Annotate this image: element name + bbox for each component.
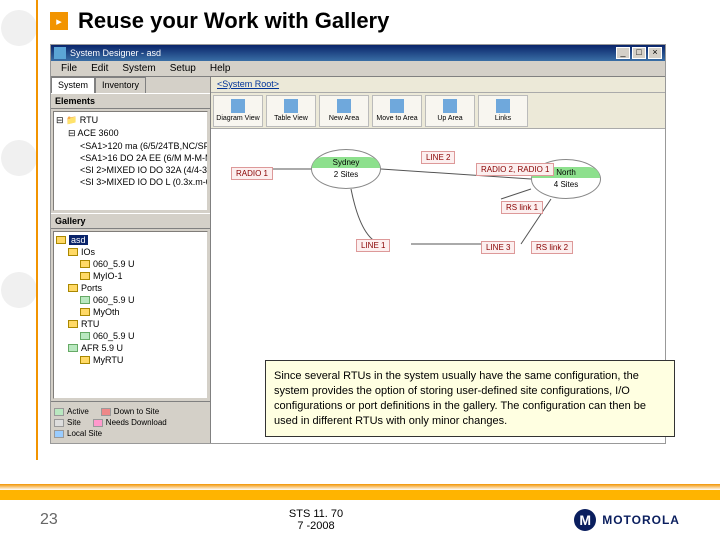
legend: Active Down to Site Site Needs Download Loca… bbox=[51, 401, 210, 443]
gallery-tree[interactable]: asdIOs060_5.9 UMyIO-1Ports060_5.9 UMyOth… bbox=[53, 231, 208, 399]
diagram-label: RS link 1 bbox=[501, 201, 543, 214]
toolbar-links[interactable]: Links bbox=[478, 95, 528, 127]
legend-item: Active bbox=[54, 407, 89, 416]
menu-bar: File Edit System Setup Help bbox=[51, 61, 665, 77]
diagram-label: RADIO 1 bbox=[231, 167, 273, 180]
folder-icon bbox=[80, 296, 90, 304]
gallery-header: Gallery bbox=[51, 213, 210, 229]
gallery-item[interactable]: MyOth bbox=[56, 306, 205, 318]
folder-icon bbox=[80, 308, 90, 316]
gallery-item[interactable]: 060_5.9 U bbox=[56, 294, 205, 306]
folder-icon bbox=[80, 260, 90, 268]
tree-node: ⊟ ACE 3600 bbox=[56, 127, 205, 140]
gallery-item[interactable]: MyIO-1 bbox=[56, 270, 205, 282]
tab-system[interactable]: System bbox=[51, 77, 95, 93]
legend-swatch bbox=[93, 419, 103, 427]
toolbar-table-view[interactable]: Table View bbox=[266, 95, 316, 127]
slide-title: Reuse your Work with Gallery bbox=[78, 8, 389, 34]
tab-inventory[interactable]: Inventory bbox=[95, 77, 146, 93]
tree-node[interactable]: <SA1>120 ma (6/5/24TB,NC/SF) bbox=[56, 140, 205, 152]
legend-item: Needs Download bbox=[93, 418, 167, 427]
footer-code: STS 11. 70 bbox=[289, 508, 343, 520]
diagram-label: RADIO 2, RADIO 1 bbox=[476, 163, 554, 176]
elements-tree[interactable]: ⊟ 📁 RTU ⊟ ACE 3600 <SA1>120 ma (6/5/24TB… bbox=[53, 111, 208, 211]
folder-icon bbox=[80, 272, 90, 280]
folder-icon bbox=[68, 284, 78, 292]
minimize-button[interactable]: _ bbox=[616, 47, 630, 59]
footer-date: 7 -2008 bbox=[289, 520, 343, 532]
maximize-button[interactable]: □ bbox=[632, 47, 646, 59]
gallery-item[interactable]: asd bbox=[56, 234, 205, 246]
diagram-node[interactable]: Sydney2 Sites bbox=[311, 149, 381, 189]
tree-node[interactable]: <SI 3>MIXED IO DO L (0.3x.m-0) bbox=[56, 176, 205, 188]
menu-system[interactable]: System bbox=[116, 62, 161, 75]
view-toolbar: Diagram ViewTable ViewNew AreaMove to Ar… bbox=[211, 93, 665, 129]
menu-setup[interactable]: Setup bbox=[164, 62, 202, 75]
folder-icon bbox=[68, 320, 78, 328]
left-pane: System Inventory Elements ⊟ 📁 RTU ⊟ ACE … bbox=[51, 77, 211, 443]
elements-header: Elements bbox=[51, 93, 210, 109]
toolbar-icon bbox=[390, 99, 404, 113]
menu-file[interactable]: File bbox=[55, 62, 83, 75]
legend-swatch bbox=[54, 408, 64, 416]
gallery-item[interactable]: AFR 5.9 U bbox=[56, 342, 205, 354]
folder-icon bbox=[80, 332, 90, 340]
slide-footer: 23 STS 11. 70 7 -2008 M MOTOROLA bbox=[0, 484, 720, 540]
explanation-callout: Since several RTUs in the system usually… bbox=[265, 360, 675, 437]
menu-help[interactable]: Help bbox=[204, 62, 237, 75]
toolbar-icon bbox=[284, 99, 298, 113]
folder-icon bbox=[56, 236, 66, 244]
brand-text: MOTOROLA bbox=[602, 513, 680, 527]
toolbar-new-area[interactable]: New Area bbox=[319, 95, 369, 127]
window-titlebar: System Designer - asd _ □ × bbox=[51, 45, 665, 61]
window-title: System Designer - asd bbox=[70, 48, 161, 58]
diagram-label: LINE 2 bbox=[421, 151, 455, 164]
motorola-icon: M bbox=[574, 509, 596, 531]
gallery-item[interactable]: MyRTU bbox=[56, 354, 205, 366]
slide-bullet-icon: ▸ bbox=[50, 12, 68, 30]
toolbar-move-to-area[interactable]: Move to Area bbox=[372, 95, 422, 127]
folder-icon bbox=[80, 356, 90, 364]
legend-swatch bbox=[101, 408, 111, 416]
app-icon bbox=[54, 47, 66, 59]
toolbar-icon bbox=[231, 99, 245, 113]
toolbar-icon bbox=[496, 99, 510, 113]
legend-swatch bbox=[54, 419, 64, 427]
gallery-item[interactable]: 060_5.9 U bbox=[56, 330, 205, 342]
tree-node[interactable]: <SA1>16 DO 2A EE (6/M M-M-M-1) bbox=[56, 152, 205, 164]
tree-node[interactable]: <SI 2>MIXED IO DO 32A (4/4-3.0V) bbox=[56, 164, 205, 176]
gallery-item[interactable]: Ports bbox=[56, 282, 205, 294]
legend-item: Down to Site bbox=[101, 407, 159, 416]
legend-swatch bbox=[54, 430, 64, 438]
legend-item: Site bbox=[54, 418, 81, 427]
menu-edit[interactable]: Edit bbox=[85, 62, 114, 75]
toolbar-icon bbox=[443, 99, 457, 113]
folder-icon bbox=[68, 344, 78, 352]
brand-logo: M MOTOROLA bbox=[574, 509, 680, 531]
tree-node: ⊟ 📁 RTU bbox=[56, 114, 205, 127]
diagram-label: RS link 2 bbox=[531, 241, 573, 254]
toolbar-up-area[interactable]: Up Area bbox=[425, 95, 475, 127]
gallery-item[interactable]: IOs bbox=[56, 246, 205, 258]
gallery-item[interactable]: 060_5.9 U bbox=[56, 258, 205, 270]
folder-icon bbox=[68, 248, 78, 256]
breadcrumb[interactable]: <System Root> bbox=[211, 77, 665, 93]
page-number: 23 bbox=[40, 511, 58, 529]
diagram-label: LINE 1 bbox=[356, 239, 390, 252]
toolbar-icon bbox=[337, 99, 351, 113]
toolbar-diagram-view[interactable]: Diagram View bbox=[213, 95, 263, 127]
close-button[interactable]: × bbox=[648, 47, 662, 59]
diagram-label: LINE 3 bbox=[481, 241, 515, 254]
legend-item: Local Site bbox=[54, 429, 102, 438]
gallery-item[interactable]: RTU bbox=[56, 318, 205, 330]
